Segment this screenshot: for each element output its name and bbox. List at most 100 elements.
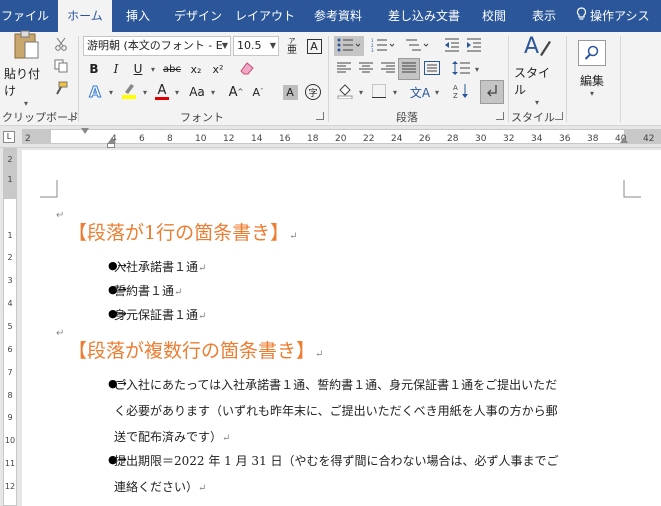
font-color-dropdown-icon[interactable]: ▾ (172, 82, 182, 102)
grow-font-button[interactable]: A ^ (226, 82, 246, 102)
tab-file[interactable]: ファイル (0, 0, 50, 32)
lightbulb-icon (576, 1, 587, 33)
vertical-ruler[interactable]: 2 1 1 2 3 4 5 6 7 8 9 10 11 12 (0, 148, 22, 506)
tab-view[interactable]: 表示 (524, 0, 564, 32)
subscript-button[interactable]: x₂ (186, 59, 206, 79)
ruler-number: 14 (251, 134, 263, 144)
phonetic-guide-button[interactable]: ア亜 (282, 36, 302, 56)
italic-button[interactable]: I (106, 59, 126, 79)
highlight-button[interactable] (118, 82, 140, 102)
bold-button[interactable]: B (84, 59, 104, 79)
enclose-characters-icon: 字 (305, 84, 321, 100)
document-page[interactable]: ↵ 【段落が1行の箇条書き】↵ ●→ 入社承諾書１通↵ ●→ 誓約書１通↵ ●→ 身元保証… (22, 150, 661, 506)
first-line-indent-marker[interactable] (81, 128, 89, 134)
tab-home[interactable]: ホーム (58, 0, 112, 32)
borders-button[interactable] (368, 82, 390, 102)
shrink-font-button[interactable]: Aˇ (248, 82, 268, 102)
right-indent-marker[interactable] (620, 137, 628, 143)
format-painter-button[interactable] (51, 80, 71, 98)
change-case-button[interactable]: Aa (186, 82, 208, 102)
clear-formatting-button[interactable] (236, 59, 258, 79)
editing-button[interactable]: 編集 ▾ (572, 36, 612, 102)
copy-icon (54, 59, 68, 76)
align-right-button[interactable] (378, 59, 398, 79)
font-color-swatch (155, 97, 169, 100)
tab-review[interactable]: 校閲 (474, 0, 514, 32)
numbering-button[interactable]: 123 (368, 36, 398, 56)
underline-button[interactable]: U (128, 59, 148, 79)
multilevel-list-button[interactable] (402, 36, 432, 56)
tab-layout[interactable]: レイアウト (234, 0, 296, 32)
text-effects-button[interactable]: A (84, 82, 106, 102)
character-border-button[interactable]: A (304, 36, 324, 56)
line-spacing-button[interactable] (450, 59, 472, 79)
font-launcher-icon[interactable] (316, 112, 324, 120)
list-item-text: 送で配布済みです）↵ (114, 430, 231, 444)
paste-dropdown-icon: ▾ (23, 99, 28, 108)
asian-layout-button[interactable]: 文A (408, 82, 432, 102)
ruler-number: 18 (307, 134, 319, 144)
strikethrough-button[interactable]: abc (160, 59, 184, 79)
left-indent-marker[interactable] (107, 143, 115, 148)
paragraph-launcher-icon[interactable] (496, 112, 504, 120)
sort-button[interactable]: AZ (450, 82, 472, 102)
styles-launcher-icon[interactable] (555, 112, 563, 120)
distributed-button[interactable] (422, 59, 442, 79)
group-separator (508, 36, 509, 122)
clipboard-launcher-icon[interactable] (68, 112, 76, 120)
scissors-icon (54, 37, 68, 54)
bullets-button[interactable] (334, 36, 364, 56)
page-corner-mark (623, 180, 641, 198)
ruler-number: 36 (559, 134, 571, 144)
vertical-ruler-number: 9 (7, 413, 13, 422)
vertical-ruler-strip[interactable]: 2 1 1 2 3 4 5 6 7 8 9 10 11 12 (3, 148, 17, 506)
asian-layout-icon: 文A (409, 85, 431, 100)
tab-mailings[interactable]: 差し込み文書 (382, 0, 466, 32)
text-effects-dropdown-icon[interactable]: ▾ (106, 82, 116, 102)
font-size-combo[interactable]: 10.5 ▼ (233, 36, 279, 56)
horizontal-ruler[interactable]: L 2 4 6 8 10 12 14 16 18 20 22 24 26 28 30 32 34 36 38 40 42 (0, 126, 661, 148)
ruler-strip[interactable]: 2 4 6 8 10 12 14 16 18 20 22 24 26 28 30 32 34 36 38 40 42 (22, 128, 661, 144)
underline-dropdown-icon[interactable]: ▾ (148, 59, 158, 79)
character-shading-button[interactable]: A (280, 82, 300, 102)
show-hide-marks-button[interactable] (480, 80, 504, 104)
change-case-dropdown-icon[interactable]: ▾ (208, 82, 218, 102)
asian-layout-dropdown-icon[interactable]: ▾ (432, 82, 442, 102)
borders-dropdown-icon[interactable]: ▾ (390, 82, 400, 102)
align-center-button[interactable] (356, 59, 376, 79)
line-spacing-dropdown-icon[interactable]: ▾ (472, 59, 482, 79)
font-color-button[interactable]: A (152, 82, 172, 102)
paste-button[interactable]: 貼り付け ▾ (4, 30, 48, 108)
ruler-number: 38 (587, 134, 599, 144)
highlighter-icon (121, 82, 137, 102)
ribbon-tab-bar: ファイル ホーム 挿入 デザイン レイアウト 参考資料 差し込み文書 校閲 表示… (0, 0, 661, 32)
styles-gallery-button[interactable]: A スタイル ▾ (514, 34, 560, 107)
chevron-down-icon: ▼ (269, 41, 276, 50)
increase-indent-button[interactable] (464, 36, 484, 56)
vertical-ruler-number: 5 (7, 322, 13, 331)
group-separator (566, 36, 567, 122)
shading-dropdown-icon[interactable]: ▾ (356, 82, 366, 102)
multilevel-list-icon (405, 38, 429, 55)
grow-font-icon: A (228, 84, 238, 100)
cut-button[interactable] (51, 36, 71, 54)
shading-button[interactable] (334, 82, 356, 102)
tab-selector[interactable]: L (3, 131, 15, 143)
vertical-ruler-number: 2 (7, 253, 13, 262)
ruler-number: 34 (531, 134, 543, 144)
highlight-dropdown-icon[interactable]: ▾ (140, 82, 150, 102)
superscript-button[interactable]: x² (208, 59, 228, 79)
tab-references[interactable]: 参考資料 (306, 0, 370, 32)
copy-button[interactable] (51, 58, 71, 76)
tab-design[interactable]: デザイン (168, 0, 228, 32)
font-name-combo[interactable]: 游明朝 (本文のフォント - E ▼ (83, 36, 231, 56)
tab-insert[interactable]: 挿入 (116, 0, 160, 32)
tab-tell-me[interactable]: 操作アシス (576, 0, 661, 32)
align-left-button[interactable] (334, 59, 354, 79)
list-item-text: 連絡ください）↵ (114, 480, 207, 494)
justify-button[interactable] (398, 58, 420, 80)
decrease-indent-button[interactable] (442, 36, 462, 56)
paragraph-mark: ↵ (56, 210, 65, 221)
ruler-number: 26 (419, 134, 431, 144)
enclose-characters-button[interactable]: 字 (302, 82, 324, 102)
